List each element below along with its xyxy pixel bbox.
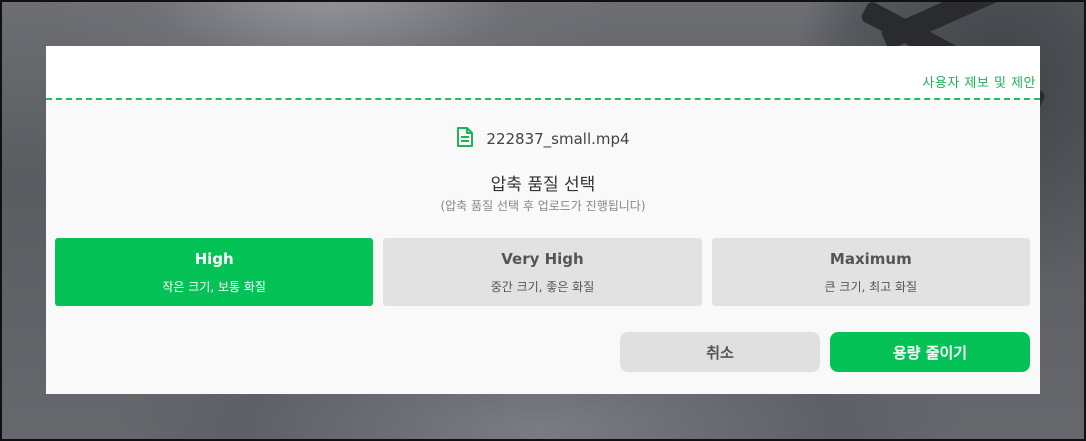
compression-dialog: 사용자 제보 및 제안 222837_small.mp4 압축 품질 선택 (압… <box>46 46 1040 394</box>
file-name: 222837_small.mp4 <box>486 130 630 148</box>
dialog-header: 사용자 제보 및 제안 <box>46 46 1040 100</box>
option-name: Very High <box>501 249 584 268</box>
quality-options: High 작은 크기, 보통 화질 Very High 중간 크기, 좋은 화질… <box>55 238 1030 306</box>
quality-option-high[interactable]: High 작은 크기, 보통 화질 <box>55 238 374 306</box>
option-desc: 작은 크기, 보통 화질 <box>162 279 266 294</box>
file-info: 222837_small.mp4 <box>46 127 1040 151</box>
document-icon <box>456 127 474 151</box>
option-name: High <box>194 249 234 268</box>
cancel-button[interactable]: 취소 <box>620 332 820 372</box>
option-desc: 중간 크기, 좋은 화질 <box>490 279 595 294</box>
option-desc: 큰 크기, 최고 화질 <box>824 279 918 294</box>
quality-option-maximum[interactable]: Maximum 큰 크기, 최고 화질 <box>711 238 1030 306</box>
quality-option-very-high[interactable]: Very High 중간 크기, 좋은 화질 <box>383 238 702 306</box>
report-feedback-link[interactable]: 사용자 제보 및 제안 <box>922 72 1036 91</box>
dialog-title: 압축 품질 선택 <box>490 175 596 195</box>
dialog-subtitle: (압축 품질 선택 후 업로드가 진행됩니다) <box>440 199 646 213</box>
option-name: Maximum <box>829 249 912 268</box>
reduce-size-button[interactable]: 용량 줄이기 <box>830 332 1030 372</box>
